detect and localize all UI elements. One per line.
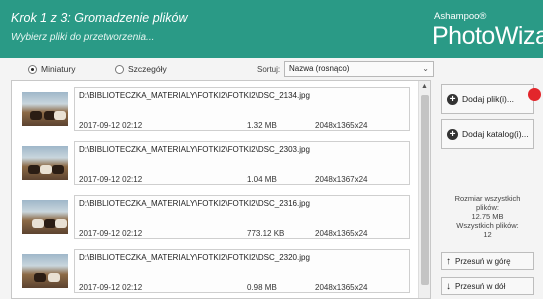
brand-vendor: Ashampoo® bbox=[434, 11, 487, 22]
file-path: D:\BIBLIOTECZKA_MATERIALY\FOTKI2\FOTKI2\… bbox=[79, 91, 310, 100]
brand-product: PhotoWizard bbox=[432, 22, 543, 50]
photo-thumbnail bbox=[22, 254, 68, 288]
radio-selected-icon bbox=[28, 64, 37, 74]
file-card: D:\BIBLIOTECZKA_MATERIALY\FOTKI2\FOTKI2\… bbox=[74, 87, 410, 131]
vertical-scrollbar[interactable]: ▲ bbox=[418, 81, 430, 298]
add-folder-label: Dodaj katalog(i)... bbox=[462, 129, 529, 139]
total-size-label-2: plików: bbox=[476, 203, 499, 212]
red-marker-dot bbox=[528, 88, 541, 101]
arrow-down-icon: ↓ bbox=[446, 280, 451, 292]
radio-details[interactable]: Szczegóły bbox=[115, 64, 167, 74]
file-size: 1.04 MB bbox=[247, 175, 277, 184]
radio-thumbnails[interactable]: Miniatury bbox=[28, 64, 75, 74]
file-dimensions: 2048x1365x24 bbox=[315, 229, 368, 238]
file-dimensions: 2048x1365x24 bbox=[315, 283, 368, 292]
file-size: 773.12 KB bbox=[247, 229, 285, 238]
list-item[interactable]: D:\BIBLIOTECZKA_MATERIALY\FOTKI2\FOTKI2\… bbox=[16, 83, 410, 135]
file-path: D:\BIBLIOTECZKA_MATERIALY\FOTKI2\FOTKI2\… bbox=[79, 199, 310, 208]
sort-label: Sortuj: bbox=[257, 65, 281, 74]
list-item[interactable]: D:\BIBLIOTECZKA_MATERIALY\FOTKI2\FOTKI2\… bbox=[16, 245, 410, 297]
add-files-label: Dodaj plik(i)... bbox=[462, 94, 514, 104]
add-folder-button[interactable]: + Dodaj katalog(i)... bbox=[441, 119, 534, 149]
plus-circle-icon: + bbox=[447, 128, 458, 140]
radio-empty-icon bbox=[115, 64, 124, 74]
total-size-value: 12.75 MB bbox=[471, 212, 504, 221]
file-date: 2017-09-12 02:12 bbox=[79, 121, 143, 130]
radio-thumbnails-label: Miniatury bbox=[41, 64, 76, 74]
sort-value: Nazwa (rosnąco) bbox=[289, 64, 350, 73]
file-date: 2017-09-12 02:12 bbox=[79, 283, 143, 292]
step-title: Krok 1 z 3: Gromadzenie plików bbox=[11, 11, 188, 25]
move-down-button[interactable]: ↓ Przesuń w dół bbox=[441, 277, 534, 295]
file-stats: Rozmiar wszystkich plików: 12.75 MB Wszy… bbox=[441, 194, 534, 239]
move-up-button[interactable]: ↑ Przesuń w górę bbox=[441, 252, 534, 270]
plus-circle-icon: + bbox=[447, 93, 458, 105]
file-date: 2017-09-12 02:12 bbox=[79, 175, 143, 184]
move-down-label: Przesuń w dół bbox=[455, 281, 506, 291]
list-item[interactable]: D:\BIBLIOTECZKA_MATERIALY\FOTKI2\FOTKI2\… bbox=[16, 191, 410, 243]
file-dimensions: 2048x1365x24 bbox=[315, 121, 368, 130]
wizard-header: Krok 1 z 3: Gromadzenie plików Wybierz p… bbox=[0, 0, 543, 58]
file-card: D:\BIBLIOTECZKA_MATERIALY\FOTKI2\FOTKI2\… bbox=[74, 141, 410, 185]
file-path: D:\BIBLIOTECZKA_MATERIALY\FOTKI2\FOTKI2\… bbox=[79, 145, 310, 154]
arrow-up-icon: ↑ bbox=[446, 255, 451, 267]
file-path: D:\BIBLIOTECZKA_MATERIALY\FOTKI2\FOTKI2\… bbox=[79, 253, 310, 262]
total-size-label: Rozmiar wszystkich bbox=[454, 194, 521, 203]
total-count-label: Wszystkich plików: bbox=[456, 221, 519, 230]
step-subtitle: Wybierz pliki do przetworzenia... bbox=[11, 32, 155, 43]
add-files-button[interactable]: + Dodaj plik(i)... bbox=[441, 84, 534, 114]
total-count-value: 12 bbox=[483, 230, 492, 239]
file-date: 2017-09-12 02:12 bbox=[79, 229, 143, 238]
file-card: D:\BIBLIOTECZKA_MATERIALY\FOTKI2\FOTKI2\… bbox=[74, 249, 410, 293]
scroll-up-icon[interactable]: ▲ bbox=[421, 83, 428, 90]
sort-dropdown[interactable]: Nazwa (rosnąco) ⌄ bbox=[284, 61, 434, 77]
photo-thumbnail bbox=[22, 146, 68, 180]
file-size: 1.32 MB bbox=[247, 121, 277, 130]
file-card: D:\BIBLIOTECZKA_MATERIALY\FOTKI2\FOTKI2\… bbox=[74, 195, 410, 239]
file-list[interactable]: D:\BIBLIOTECZKA_MATERIALY\FOTKI2\FOTKI2\… bbox=[11, 80, 431, 299]
file-dimensions: 2048x1367x24 bbox=[315, 175, 368, 184]
file-size: 0.98 MB bbox=[247, 283, 277, 292]
photo-thumbnail bbox=[22, 92, 68, 126]
radio-details-label: Szczegóły bbox=[128, 64, 167, 74]
scrollbar-thumb[interactable] bbox=[421, 95, 429, 285]
photo-thumbnail bbox=[22, 200, 68, 234]
chevron-down-icon: ⌄ bbox=[422, 64, 429, 73]
list-item[interactable]: D:\BIBLIOTECZKA_MATERIALY\FOTKI2\FOTKI2\… bbox=[16, 137, 410, 189]
move-up-label: Przesuń w górę bbox=[455, 256, 511, 266]
view-options-bar: Miniatury Szczegóły Sortuj: Nazwa (rosną… bbox=[0, 58, 543, 80]
